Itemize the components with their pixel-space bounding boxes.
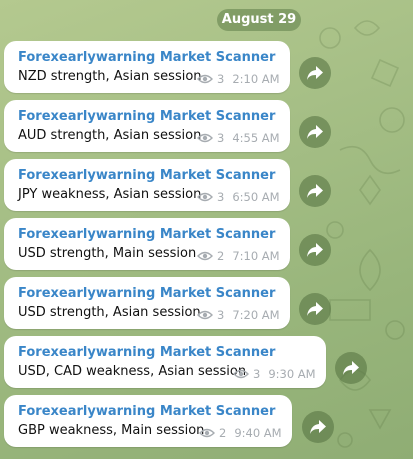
message-time: 9:30 AM (268, 367, 316, 381)
message-item: Forexearlywarning Market Scanner USD stre… (0, 218, 413, 270)
share-icon (307, 184, 323, 198)
eye-icon (199, 428, 215, 438)
share-button[interactable] (335, 352, 367, 384)
share-icon (310, 420, 326, 434)
message-sender[interactable]: Forexearlywarning Market Scanner (18, 50, 275, 65)
message-meta: 3 7:20 AM (197, 308, 280, 322)
message-sender[interactable]: Forexearlywarning Market Scanner (18, 345, 275, 360)
share-icon (343, 361, 359, 375)
message-bubble[interactable]: Forexearlywarning Market Scanner USD, CAD… (4, 336, 326, 388)
view-count: 2 (219, 426, 227, 440)
message-sender[interactable]: Forexearlywarning Market Scanner (18, 168, 275, 183)
message-sender[interactable]: Forexearlywarning Market Scanner (18, 227, 275, 242)
message-meta: 2 9:40 AM (199, 426, 282, 440)
view-count: 3 (253, 367, 261, 381)
message-item: Forexearlywarning Market Scanner GBP weak… (0, 395, 413, 447)
message-bubble[interactable]: Forexearlywarning Market Scanner GBP weak… (4, 395, 292, 447)
share-button[interactable] (299, 293, 331, 325)
message-bubble[interactable]: Forexearlywarning Market Scanner USD stre… (4, 218, 290, 270)
message-sender[interactable]: Forexearlywarning Market Scanner (18, 109, 275, 124)
message-bubble[interactable]: Forexearlywarning Market Scanner USD stre… (4, 277, 290, 329)
eye-icon (233, 369, 249, 379)
message-time: 7:20 AM (232, 308, 280, 322)
eye-icon (197, 74, 213, 84)
eye-icon (197, 310, 213, 320)
message-text: USD strength, Asian session (18, 305, 201, 320)
view-count: 3 (217, 72, 225, 86)
message-meta: 3 6:50 AM (197, 190, 280, 204)
share-button[interactable] (299, 116, 331, 148)
view-count: 3 (217, 131, 225, 145)
eye-icon (197, 133, 213, 143)
message-item: Forexearlywarning Market Scanner NZD stre… (0, 41, 413, 93)
share-button[interactable] (299, 57, 331, 89)
message-item: Forexearlywarning Market Scanner USD, CAD… (0, 336, 413, 388)
share-icon (307, 125, 323, 139)
message-meta: 3 4:55 AM (197, 131, 280, 145)
message-bubble[interactable]: Forexearlywarning Market Scanner NZD stre… (4, 41, 290, 93)
message-text: NZD strength, Asian session (18, 69, 202, 84)
view-count: 2 (217, 249, 225, 263)
message-meta: 3 2:10 AM (197, 72, 280, 86)
message-text: JPY weakness, Asian session (18, 187, 202, 202)
message-item: Forexearlywarning Market Scanner USD stre… (0, 277, 413, 329)
share-icon (307, 243, 323, 257)
message-text: USD, CAD weakness, Asian session (18, 364, 247, 379)
message-text: AUD strength, Asian session (18, 128, 202, 143)
message-sender[interactable]: Forexearlywarning Market Scanner (18, 286, 275, 301)
view-count: 3 (217, 308, 225, 322)
message-time: 9:40 AM (234, 426, 282, 440)
message-item: Forexearlywarning Market Scanner JPY weak… (0, 159, 413, 211)
share-button[interactable] (302, 411, 334, 443)
view-count: 3 (217, 190, 225, 204)
share-button[interactable] (299, 234, 331, 266)
share-icon (307, 302, 323, 316)
message-sender[interactable]: Forexearlywarning Market Scanner (18, 404, 275, 419)
message-bubble[interactable]: Forexearlywarning Market Scanner JPY weak… (4, 159, 290, 211)
eye-icon (197, 251, 213, 261)
message-text: USD strength, Main session (18, 246, 197, 261)
message-text: GBP weakness, Main session (18, 423, 205, 438)
message-time: 4:55 AM (232, 131, 280, 145)
message-bubble[interactable]: Forexearlywarning Market Scanner AUD stre… (4, 100, 290, 152)
message-meta: 3 9:30 AM (233, 367, 316, 381)
eye-icon (197, 192, 213, 202)
message-time: 6:50 AM (232, 190, 280, 204)
message-meta: 2 7:10 AM (197, 249, 280, 263)
share-icon (307, 66, 323, 80)
message-time: 2:10 AM (232, 72, 280, 86)
message-item: Forexearlywarning Market Scanner AUD stre… (0, 100, 413, 152)
message-time: 7:10 AM (232, 249, 280, 263)
date-separator: August 29 (217, 9, 301, 31)
share-button[interactable] (299, 175, 331, 207)
